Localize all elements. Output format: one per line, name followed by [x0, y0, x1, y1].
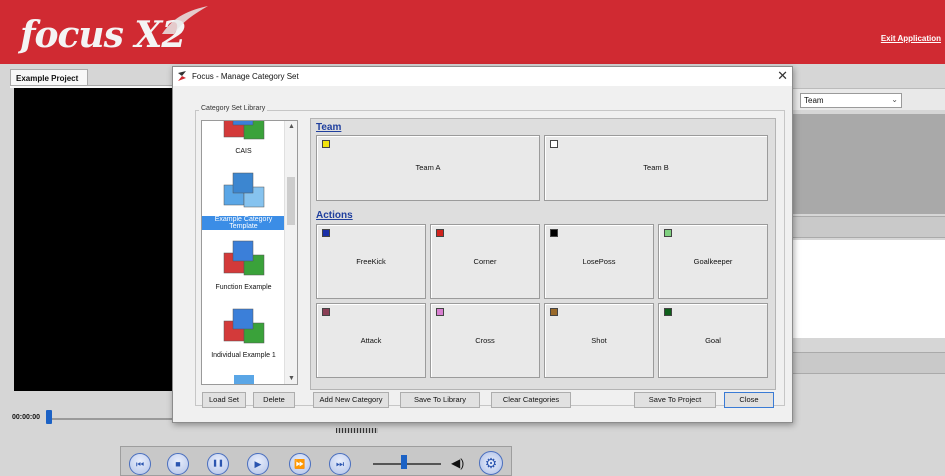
color-swatch — [550, 229, 558, 237]
library-item-label: Example Category Template — [202, 216, 285, 230]
dialog-title: Focus - Manage Category Set — [192, 72, 299, 81]
category-tile[interactable]: Goalkeeper — [658, 224, 768, 299]
color-swatch — [664, 229, 672, 237]
chevron-down-icon: ⌄ — [891, 95, 898, 104]
library-scrollbar[interactable]: ▲ ▼ — [284, 121, 297, 384]
category-label: Team A — [415, 163, 441, 172]
pause-icon[interactable]: ❚❚ — [207, 453, 229, 475]
color-swatch — [322, 140, 330, 148]
category-label: Corner — [473, 256, 497, 266]
right-panel-bar-lower — [792, 352, 945, 374]
color-swatch — [436, 229, 444, 237]
category-tile[interactable]: Team B — [544, 135, 768, 201]
library-item[interactable]: Function Example — [202, 239, 285, 291]
library-item[interactable]: CAIS — [202, 121, 285, 155]
timecode-label: 00:00:00 — [12, 414, 41, 421]
category-tile[interactable]: FreeKick — [316, 224, 426, 299]
color-swatch — [550, 308, 558, 316]
scrollbar-thumb[interactable] — [287, 177, 295, 225]
right-panel-list — [792, 240, 945, 338]
volume-slider[interactable] — [373, 463, 441, 465]
stop-icon[interactable]: ■ — [167, 453, 189, 475]
category-label: Shot — [591, 335, 607, 345]
category-set-thumbnail-icon — [223, 308, 264, 344]
color-swatch — [322, 308, 330, 316]
category-area: Team Team A Team B Actions FreeKick Corner… — [310, 118, 776, 390]
exit-application-link[interactable]: Exit Application — [881, 34, 941, 43]
app-header: focus X2 Exit Application — [0, 0, 945, 64]
volume-thumb[interactable] — [400, 455, 407, 469]
category-label: Goalkeeper — [693, 256, 733, 266]
category-label: FreeKick — [356, 256, 386, 266]
color-swatch — [436, 308, 444, 316]
transport-controls: ⏮ ■ ❚❚ ▶ ⏩ ⏭ ◀) ⚙ — [120, 446, 512, 476]
timeline-marker-strip — [336, 428, 378, 433]
color-swatch — [322, 229, 330, 237]
manage-category-set-dialog: Focus - Manage Category Set ✕ Category S… — [172, 66, 793, 423]
settings-gear-icon[interactable]: ⚙ — [479, 451, 503, 475]
library-item-label: CAIS — [235, 148, 252, 155]
team-section-title: Team — [316, 122, 342, 133]
category-label: LosePoss — [582, 256, 616, 266]
dialog-titlebar: Focus - Manage Category Set ✕ — [173, 67, 792, 86]
library-item-label: Individual Example 1 — [211, 352, 276, 359]
actions-section-title: Actions — [316, 210, 353, 221]
right-panel-bar — [792, 216, 945, 238]
skip-end-icon[interactable]: ⏭ — [329, 453, 351, 475]
category-tile[interactable]: LosePoss — [544, 224, 654, 299]
category-set-thumbnail-icon — [223, 121, 264, 140]
library-list[interactable]: CAIS Example Category Template Function Ex… — [201, 120, 298, 385]
category-tile[interactable]: Goal — [658, 303, 768, 378]
right-panel-preview — [792, 114, 945, 214]
delete-button[interactable]: Delete — [253, 392, 295, 408]
skip-start-icon[interactable]: ⏮ — [129, 453, 151, 475]
category-label: Team B — [643, 163, 669, 172]
load-set-button[interactable]: Load Set — [202, 392, 246, 408]
category-set-thumbnail-icon — [223, 240, 264, 276]
logo-swoosh-icon — [162, 6, 208, 34]
color-swatch — [550, 140, 558, 148]
category-tile[interactable]: Attack — [316, 303, 426, 378]
seek-thumb[interactable] — [46, 410, 52, 424]
save-to-library-button[interactable]: Save To Library — [400, 392, 480, 408]
fast-forward-icon[interactable]: ⏩ — [289, 453, 311, 475]
color-swatch — [664, 308, 672, 316]
seek-bar[interactable] — [46, 418, 176, 420]
category-tile[interactable]: Cross — [430, 303, 540, 378]
scroll-up-icon[interactable]: ▲ — [288, 123, 295, 130]
library-item-partial[interactable] — [202, 375, 285, 384]
speaker-icon[interactable]: ◀) — [451, 456, 464, 470]
category-tile[interactable]: Team A — [316, 135, 540, 201]
category-tile[interactable]: Shot — [544, 303, 654, 378]
library-item-label: Function Example — [215, 284, 272, 291]
category-label: Goal — [705, 335, 721, 345]
play-icon[interactable]: ▶ — [247, 453, 269, 475]
add-new-category-button[interactable]: Add New Category — [313, 392, 389, 408]
scroll-down-icon[interactable]: ▼ — [288, 375, 295, 382]
video-preview — [14, 88, 174, 391]
close-icon[interactable]: ✕ — [777, 68, 788, 84]
category-set-thumbnail-icon — [223, 172, 264, 208]
library-group-label: Category Set Library — [199, 105, 268, 112]
team-select-value: Team — [804, 96, 824, 105]
focus-app-icon — [177, 70, 187, 82]
tab-example-project[interactable]: Example Project — [10, 69, 88, 86]
save-to-project-button[interactable]: Save To Project — [634, 392, 716, 408]
category-label: Attack — [360, 335, 382, 345]
team-select[interactable]: Team ⌄ — [800, 93, 902, 108]
clear-categories-button[interactable]: Clear Categories — [491, 392, 571, 408]
category-label: Cross — [475, 335, 495, 345]
close-button[interactable]: Close — [724, 392, 774, 408]
category-tile[interactable]: Corner — [430, 224, 540, 299]
library-item[interactable]: Individual Example 1 — [202, 307, 285, 359]
library-item[interactable]: Example Category Template — [202, 171, 285, 230]
